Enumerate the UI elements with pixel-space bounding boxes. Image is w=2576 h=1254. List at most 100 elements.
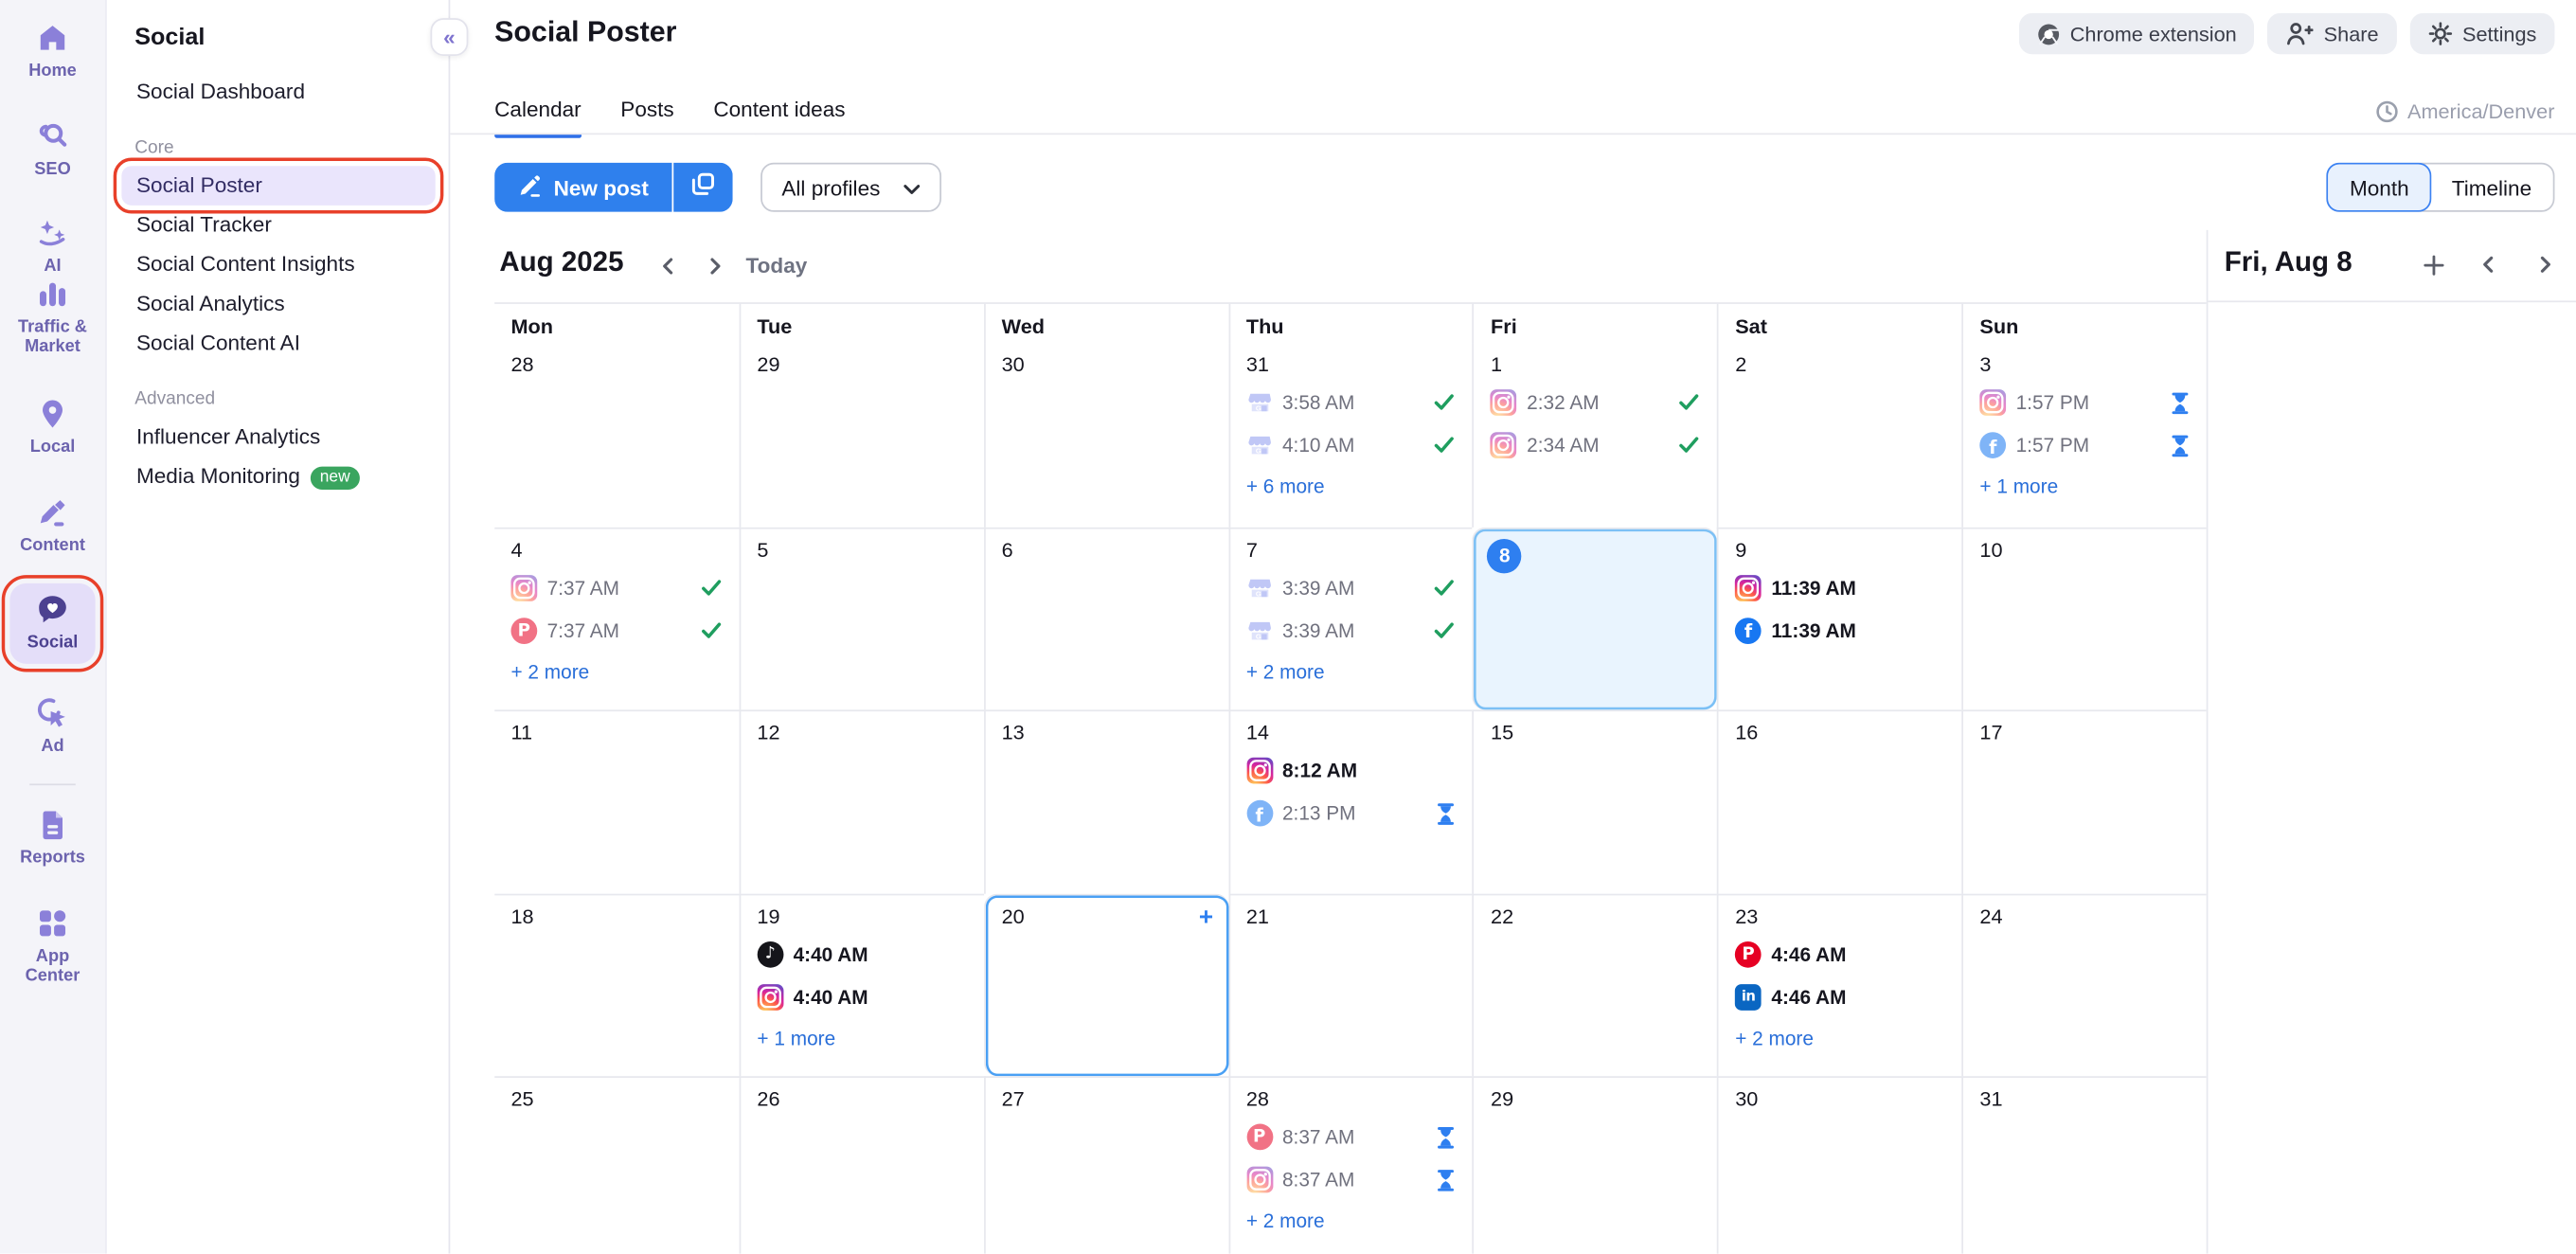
day-cell-29[interactable]: 29 — [739, 344, 983, 527]
sidebar-item-social-dashboard[interactable]: Social Dashboard — [121, 72, 435, 112]
rail-item-reports[interactable]: Reports — [9, 807, 95, 868]
day-cell-25[interactable]: 25 — [494, 1076, 739, 1253]
sidebar-item-influencer-analytics[interactable]: Influencer Analytics — [121, 418, 435, 457]
more-posts-link[interactable]: + 1 more — [757, 1026, 967, 1048]
day-cell-11[interactable]: 11 — [494, 709, 739, 892]
day-cell-13[interactable]: 13 — [984, 709, 1228, 892]
rail-item-content[interactable]: Content — [9, 494, 95, 555]
day-cell-6[interactable]: 6 — [984, 527, 1228, 709]
day-cell-8[interactable]: 8 — [1473, 527, 1717, 709]
post-event[interactable]: G 4:10 AM — [1246, 429, 1457, 462]
profiles-dropdown[interactable]: All profiles — [760, 163, 941, 212]
new-post-button[interactable]: New post — [494, 163, 671, 212]
rail-item-traffic-market[interactable]: Traffic & Market — [9, 276, 95, 356]
sidebar-item-media-monitoring[interactable]: Media Monitoringnew — [121, 457, 435, 496]
day-cell-31[interactable]: 31 G 3:58 AM G 4:10 AM + 6 more — [1228, 344, 1473, 527]
day-cell-18[interactable]: 18 — [494, 893, 739, 1076]
post-event[interactable]: f 11:39 AM — [1735, 614, 1945, 647]
day-cell-10[interactable]: 10 — [1961, 527, 2206, 709]
rail-item-seo[interactable]: SEO — [9, 118, 95, 179]
sidebar-item-social-content-ai[interactable]: Social Content AI — [121, 324, 435, 364]
day-cell-9[interactable]: 9 11:39 AM f 11:39 AM — [1717, 527, 1961, 709]
day-cell-27[interactable]: 27 — [984, 1076, 1228, 1253]
post-event[interactable]: G 3:39 AM — [1246, 614, 1457, 647]
today-button[interactable]: Today — [746, 253, 808, 278]
day-cell-16[interactable]: 16 — [1717, 709, 1961, 892]
day-cell-19[interactable]: 19 ♪ 4:40 AM 4:40 AM + 1 more — [739, 893, 983, 1076]
post-event[interactable]: 4:40 AM — [757, 980, 967, 1013]
post-event[interactable]: 11:39 AM — [1735, 571, 1945, 604]
share-button[interactable]: Share — [2268, 13, 2397, 54]
day-cell-1[interactable]: 1 2:32 AM 2:34 AM — [1473, 344, 1717, 527]
post-event[interactable]: P 7:37 AM — [510, 614, 723, 647]
post-event[interactable]: G 3:39 AM — [1246, 571, 1457, 604]
post-event[interactable]: f 1:57 PM — [1979, 429, 2190, 462]
more-posts-link[interactable]: + 2 more — [510, 659, 723, 682]
day-cell-3[interactable]: 3 1:57 PM f 1:57 PM + 1 more — [1961, 344, 2206, 527]
next-month-button[interactable] — [698, 250, 731, 283]
day-cell-28[interactable]: 28 P 8:37 AM 8:37 AM + 2 more — [1228, 1076, 1473, 1253]
rail-item-local[interactable]: Local — [9, 396, 95, 457]
day-cell-23[interactable]: 23 P 4:46 AM in 4:46 AM + 2 more — [1717, 893, 1961, 1076]
more-posts-link[interactable]: + 1 more — [1979, 475, 2190, 497]
next-day-button[interactable] — [2530, 250, 2559, 279]
rail-item-app-center[interactable]: App Center — [9, 905, 95, 986]
sidebar-item-social-analytics[interactable]: Social Analytics — [121, 284, 435, 324]
post-event[interactable]: 8:37 AM — [1246, 1163, 1457, 1196]
sidebar-item-social-tracker[interactable]: Social Tracker — [121, 206, 435, 245]
day-cell-24[interactable]: 24 — [1961, 893, 2206, 1076]
prev-month-button[interactable] — [653, 250, 686, 283]
rail-item-home[interactable]: Home — [9, 20, 95, 81]
day-cell-17[interactable]: 17 — [1961, 709, 2206, 892]
day-cell-31[interactable]: 31 — [1961, 1076, 2206, 1253]
post-event[interactable]: ♪ 4:40 AM — [757, 938, 967, 971]
post-event[interactable]: P 4:46 AM — [1735, 938, 1945, 971]
post-event[interactable]: 2:32 AM — [1491, 386, 1701, 420]
day-cell-26[interactable]: 26 — [739, 1076, 983, 1253]
post-event[interactable]: 7:37 AM — [510, 571, 723, 604]
day-cell-30[interactable]: 30 — [1717, 1076, 1961, 1253]
sidebar-item-social-poster[interactable]: Social Poster — [121, 166, 435, 206]
day-number: 3 — [1979, 353, 2190, 376]
more-posts-link[interactable]: + 2 more — [1246, 659, 1457, 682]
day-cell-15[interactable]: 15 — [1473, 709, 1717, 892]
post-event[interactable]: 2:34 AM — [1491, 429, 1701, 462]
more-posts-link[interactable]: + 2 more — [1246, 1209, 1457, 1232]
day-cell-4[interactable]: 4 7:37 AM P 7:37 AM + 2 more — [494, 527, 739, 709]
prev-day-button[interactable] — [2474, 250, 2503, 279]
day-cell-12[interactable]: 12 — [739, 709, 983, 892]
post-event[interactable]: 8:12 AM — [1246, 754, 1457, 787]
chrome-extension-button[interactable]: Chrome extension — [2019, 13, 2255, 54]
post-event[interactable]: P 8:37 AM — [1246, 1120, 1457, 1154]
post-event[interactable]: G 3:58 AM — [1246, 386, 1457, 420]
add-post-button[interactable] — [2418, 250, 2447, 279]
view-option-timeline[interactable]: Timeline — [2430, 164, 2553, 210]
day-cell-22[interactable]: 22 — [1473, 893, 1717, 1076]
post-event[interactable]: in 4:46 AM — [1735, 980, 1945, 1013]
day-cell-28[interactable]: 28 — [494, 344, 739, 527]
collapse-sidebar-button[interactable]: « — [430, 18, 468, 56]
day-cell-20[interactable]: 20+ — [984, 893, 1228, 1076]
tab-posts[interactable]: Posts — [620, 97, 673, 137]
tab-content-ideas[interactable]: Content ideas — [713, 97, 845, 137]
day-cell-29[interactable]: 29 — [1473, 1076, 1717, 1253]
day-cell-30[interactable]: 30 — [984, 344, 1228, 527]
post-event[interactable]: 1:57 PM — [1979, 386, 2190, 420]
day-cell-21[interactable]: 21 — [1228, 893, 1473, 1076]
day-cell-5[interactable]: 5 — [739, 527, 983, 709]
settings-button[interactable]: Settings — [2409, 13, 2554, 54]
tab-calendar[interactable]: Calendar — [494, 97, 581, 137]
view-option-month[interactable]: Month — [2327, 163, 2432, 212]
add-post-plus-icon[interactable]: + — [1199, 903, 1213, 930]
more-posts-link[interactable]: + 2 more — [1735, 1026, 1945, 1048]
post-event[interactable]: f 2:13 PM — [1246, 797, 1457, 830]
rail-item-ai[interactable]: AI — [9, 215, 95, 276]
rail-item-social[interactable]: Social — [9, 583, 95, 664]
day-cell-2[interactable]: 2 — [1717, 344, 1961, 527]
more-posts-link[interactable]: + 6 more — [1246, 475, 1457, 497]
sidebar-item-social-content-insights[interactable]: Social Content Insights — [121, 244, 435, 284]
day-cell-7[interactable]: 7 G 3:39 AM G 3:39 AM + 2 more — [1228, 527, 1473, 709]
bulk-post-button[interactable] — [673, 163, 732, 212]
rail-item-ad[interactable]: Ad — [9, 695, 95, 756]
day-cell-14[interactable]: 14 8:12 AM f 2:13 PM — [1228, 709, 1473, 892]
